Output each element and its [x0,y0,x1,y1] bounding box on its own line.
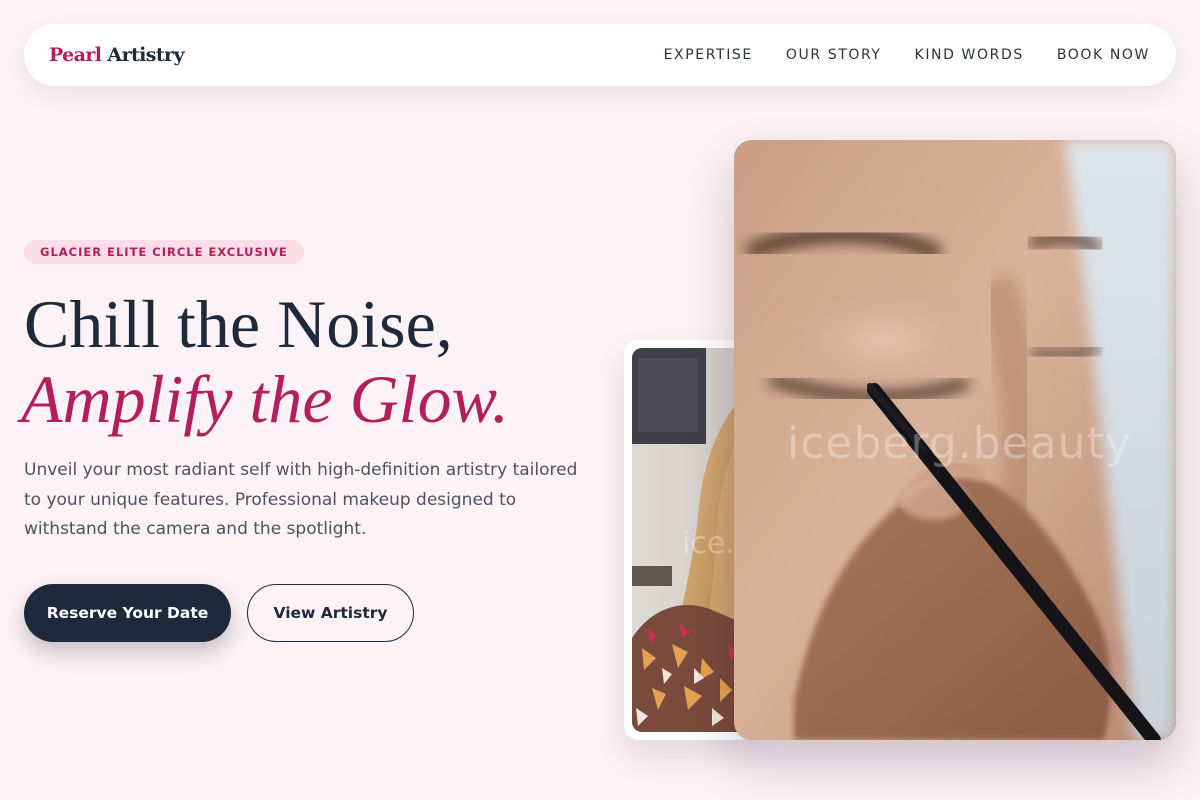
nav-link-book-now[interactable]: BOOK NOW [1057,47,1150,63]
navbar: Pearl Artistry EXPERTISE OUR STORY KIND … [24,24,1176,86]
primary-photo-watermark: iceberg.beauty [787,418,1132,469]
nav-link-our-story[interactable]: OUR STORY [786,47,882,63]
nav-link-kind-words[interactable]: KIND WORDS [915,47,1024,63]
main-nav: EXPERTISE OUR STORY KIND WORDS BOOK NOW [664,24,1150,86]
exclusive-badge: GLACIER ELITE CIRCLE EXCLUSIVE [24,240,304,264]
logo-main-text: Artistry [107,44,184,66]
brand-logo[interactable]: Pearl Artistry [49,41,185,69]
logo-accent-text: Pearl [49,44,102,66]
headline-line-2: Amplify the Glow. [21,361,509,437]
nav-link-expertise[interactable]: EXPERTISE [664,47,753,63]
hero-headline: Chill the Noise, Amplify the Glow. [21,284,509,437]
reserve-date-button[interactable]: Reserve Your Date [24,584,231,642]
view-artistry-button[interactable]: View Artistry [247,584,414,642]
hero-description: Unveil your most radiant self with high-… [24,460,578,539]
headline-line-1: Chill the Noise, [24,286,453,362]
